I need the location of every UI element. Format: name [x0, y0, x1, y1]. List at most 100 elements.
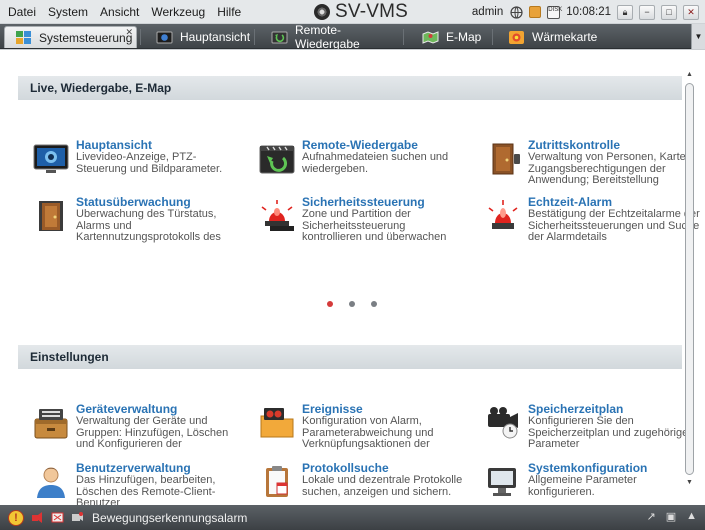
- card-remote-wiedergabe[interactable]: Remote-Wiedergabe Aufnahmedateien suchen…: [244, 138, 454, 184]
- card-benutzerverwaltung[interactable]: Benutzerverwaltung Das Hinzufügen, bearb…: [18, 461, 228, 509]
- status-text: Bewegungserkennungsalarm: [92, 510, 248, 525]
- card-title: Systemkonfiguration: [528, 461, 648, 475]
- device-icon: [32, 406, 70, 440]
- playback-icon: [271, 30, 288, 45]
- minimize-button[interactable]: −: [639, 4, 655, 20]
- card-description: Konfiguration von Alarm, Parameterabweic…: [302, 416, 434, 450]
- door-icon: [484, 142, 522, 176]
- app-logo-icon: [314, 4, 330, 20]
- close-button[interactable]: ✕: [683, 4, 699, 20]
- app-title-text: SV-VMS: [335, 1, 408, 22]
- card-statusueberwachung[interactable]: Statusüberwachung Überwachung des Türsta…: [18, 195, 228, 243]
- card-title: Sicherheitssteuerung: [302, 195, 425, 209]
- tab-label: Hauptansicht: [180, 30, 251, 44]
- scroll-down-icon[interactable]: ▼: [684, 478, 695, 488]
- carousel-dot[interactable]: [371, 301, 377, 307]
- maximize-button[interactable]: □: [661, 4, 677, 20]
- collapse-icon[interactable]: ▲: [686, 510, 697, 523]
- menu-werkzeug[interactable]: Werkzeug: [145, 0, 211, 24]
- status-bar-tools: ↗ ▣ ▲: [646, 510, 697, 523]
- card-title: Geräteverwaltung: [76, 402, 178, 416]
- clock: 10:08:21: [566, 6, 611, 18]
- record-schedule-icon: [484, 406, 522, 440]
- card-title: Hauptansicht: [76, 138, 153, 152]
- tab-divider: [140, 29, 141, 45]
- menu-hilfe[interactable]: Hilfe: [211, 0, 247, 24]
- tab-label: Wärmekarte: [532, 30, 598, 44]
- warning-icon[interactable]: !: [8, 509, 24, 526]
- alarm-light-icon: [484, 199, 522, 233]
- card-ereignisse[interactable]: Ereignisse Konfiguration von Alarm, Para…: [244, 402, 454, 450]
- menu-datei[interactable]: Datei: [0, 0, 42, 24]
- control-panel: Live, Wiedergabe, E-Map Hauptansicht Liv…: [18, 75, 700, 509]
- alarm-popup-icon[interactable]: [50, 511, 64, 525]
- tab-hauptansicht[interactable]: Hauptansicht: [146, 26, 250, 48]
- card-title: Statusüberwachung: [76, 195, 191, 209]
- card-zutrittskontrolle[interactable]: Zutrittskontrolle Verwaltung von Persone…: [470, 138, 695, 186]
- tab-divider: [492, 29, 493, 45]
- tab-e-map[interactable]: E-Map: [412, 26, 492, 48]
- tab-divider: [403, 29, 404, 45]
- card-description: Bestätigung der Echtzeitalarme der Siche…: [528, 209, 700, 243]
- playback-icon: [258, 142, 296, 176]
- network-icon: [509, 5, 523, 19]
- card-echtzeit-alarm[interactable]: Echtzeit-Alarm Bestätigung der Echtzeita…: [470, 195, 700, 243]
- tab-waermekarte[interactable]: Wärmekarte: [498, 26, 608, 48]
- card-description: Allgemeine Parameter konfigurieren.: [528, 475, 637, 498]
- section-header-live: Live, Wiedergabe, E-Map: [18, 76, 682, 100]
- map-icon: [422, 30, 439, 45]
- status-bar: ! Bewegungserkennungsalarm ↗ ▣ ▲: [0, 505, 705, 530]
- card-protokollsuche[interactable]: Protokollsuche Lokale und dezentrale Pro…: [244, 461, 462, 507]
- vertical-scrollbar[interactable]: ▲ ▼: [684, 70, 695, 488]
- scroll-thumb[interactable]: [685, 83, 694, 475]
- tab-close-icon[interactable]: ✕: [125, 27, 133, 38]
- alarm-siren-icon: [258, 199, 296, 233]
- menu-bar: Datei System Ansicht Werkzeug Hilfe SV-V…: [0, 0, 705, 24]
- tab-remote-wiedergabe[interactable]: Remote-Wiedergabe: [261, 23, 401, 51]
- control-panel-icon: [15, 30, 32, 45]
- tab-bar: Systemsteuerung ✕ Hauptansicht Remote-Wi…: [0, 23, 705, 51]
- menu-ansicht[interactable]: Ansicht: [94, 0, 145, 24]
- app-title: SV-VMS: [314, 0, 408, 24]
- content-area: Live, Wiedergabe, E-Map Hauptansicht Liv…: [0, 49, 705, 509]
- carousel-dot[interactable]: [327, 301, 333, 307]
- user-icon: [32, 465, 70, 499]
- card-hauptansicht[interactable]: Hauptansicht Livevideo-Anzeige, PTZ-Steu…: [18, 138, 228, 184]
- tab-systemsteuerung[interactable]: Systemsteuerung ✕: [4, 26, 137, 48]
- card-sicherheitssteuerung[interactable]: Sicherheitssteuerung Zone und Partition …: [244, 195, 454, 243]
- event-folder-icon: [258, 406, 296, 440]
- card-systemkonfiguration[interactable]: Systemkonfiguration Allgemeine Parameter…: [470, 461, 680, 507]
- cpu-icon: [529, 6, 542, 18]
- card-title: Zutrittskontrolle: [528, 138, 620, 152]
- tab-label: Remote-Wiedergabe: [295, 23, 360, 51]
- card-title: Benutzerverwaltung: [76, 461, 191, 475]
- card-description: Zone und Partition der Sicherheitssteuer…: [302, 209, 447, 243]
- tab-label: E-Map: [446, 30, 482, 44]
- user-area: admin DISK 10:08:21 🔒︎ − □ ✕: [472, 0, 699, 24]
- card-speicherzeitplan[interactable]: Speicherzeitplan Konfigurieren Sie den S…: [470, 402, 688, 450]
- carousel-pager: [327, 301, 377, 307]
- card-title: Speicherzeitplan: [528, 402, 624, 416]
- heatmap-icon: [508, 30, 525, 45]
- menu-system[interactable]: System: [42, 0, 94, 24]
- tab-label: Systemsteuerung: [39, 30, 133, 45]
- pin-icon[interactable]: ↗: [646, 510, 655, 523]
- alarm-audio-icon[interactable]: [30, 511, 44, 525]
- disk-icon: DISK: [547, 5, 562, 19]
- card-description: Konfigurieren Sie den Speicherzeitplan u…: [528, 416, 689, 450]
- system-config-icon: [484, 465, 522, 499]
- tab-divider: [254, 29, 255, 45]
- monitor-icon: [32, 142, 70, 176]
- camera-icon: [156, 30, 173, 45]
- lock-button[interactable]: 🔒︎: [617, 4, 633, 20]
- card-title: Protokollsuche: [302, 461, 389, 475]
- scroll-up-icon[interactable]: ▲: [684, 70, 695, 80]
- door-status-icon: [32, 199, 70, 233]
- tab-dropdown-button[interactable]: ▼: [691, 24, 705, 49]
- card-title: Remote-Wiedergabe: [302, 138, 418, 152]
- card-geraeteverwaltung[interactable]: Geräteverwaltung Verwaltung der Geräte u…: [18, 402, 228, 450]
- username: admin: [471, 6, 504, 18]
- carousel-dot[interactable]: [349, 301, 355, 307]
- window-restore-icon[interactable]: ▣: [666, 510, 676, 523]
- card-placeholder-spacer: [18, 352, 228, 398]
